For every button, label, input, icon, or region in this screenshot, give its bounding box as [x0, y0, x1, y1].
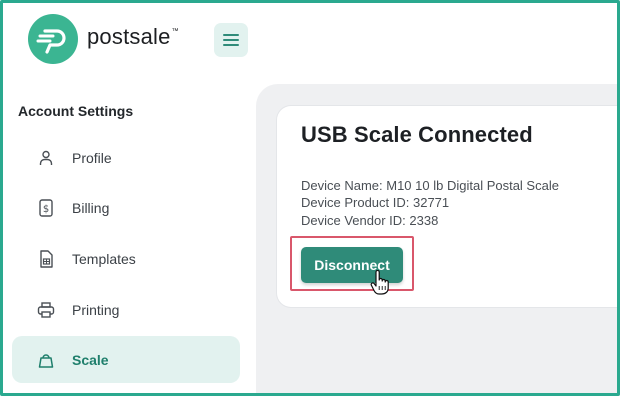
hamburger-icon	[223, 34, 239, 46]
sidebar-item-label: Templates	[72, 250, 136, 267]
device-vendor-id: Device Vendor ID: 2338	[301, 213, 439, 228]
device-product-id: Device Product ID: 32771	[301, 195, 450, 210]
sidebar-item-billing[interactable]: $ Billing	[12, 184, 240, 231]
printer-icon	[37, 301, 55, 319]
sidebar-item-label: Profile	[72, 149, 112, 166]
hand-cursor-icon	[370, 270, 389, 295]
sidebar-item-label: Printing	[72, 301, 120, 318]
svg-text:$: $	[43, 204, 49, 215]
sidebar-item-label: Billing	[72, 199, 110, 216]
sidebar-title: Account Settings	[18, 103, 134, 119]
sidebar-item-profile[interactable]: Profile	[12, 134, 240, 181]
sidebar-item-label: Scale	[72, 351, 109, 368]
template-icon	[37, 249, 55, 268]
brand-logo[interactable]: postsale™	[28, 14, 179, 64]
sidebar-item-printing[interactable]: Printing	[12, 286, 240, 333]
postsale-logo-icon	[28, 14, 78, 64]
sidebar-item-templates[interactable]: Templates	[12, 235, 240, 282]
brand-name: postsale™	[87, 24, 179, 49]
menu-toggle-button[interactable]	[214, 23, 248, 57]
user-icon	[37, 149, 55, 167]
card-title: USB Scale Connected	[301, 122, 533, 147]
billing-icon: $	[37, 198, 55, 217]
device-name: Device Name: M10 10 lb Digital Postal Sc…	[301, 178, 559, 193]
scale-icon	[37, 351, 55, 369]
sidebar-item-scale[interactable]: Scale	[12, 336, 240, 383]
